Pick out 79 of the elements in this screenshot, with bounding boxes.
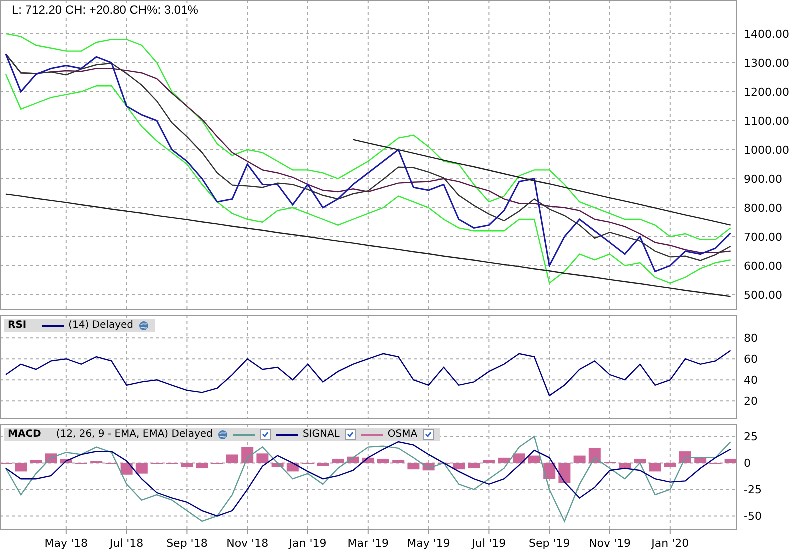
axis-tick-label: 80 [744, 332, 758, 346]
axis-tick-label: Jul '19 [472, 537, 506, 550]
price-quote: L: 712.20 CH: +20.80 CH%: 3.01% [12, 3, 198, 17]
checkmark-icon [262, 431, 269, 438]
axis-tick-label: 1000.00 [744, 144, 790, 157]
axis-tick-label: Sep '19 [528, 537, 570, 550]
axis-tick-label: 25 [744, 430, 758, 444]
histogram-bar [272, 463, 284, 468]
histogram-bar [724, 458, 737, 464]
axis-tick-label: 1400.00 [744, 28, 790, 41]
axis-tick-label: Mar '19 [348, 537, 390, 550]
histogram-bar [226, 454, 238, 464]
indicator-params: (12, 26, 9 - EMA, EMA) Delayed [56, 429, 213, 440]
histogram-bar [574, 456, 586, 464]
histogram-bar [558, 463, 571, 484]
series-checkbox[interactable] [344, 429, 356, 440]
checkmark-icon [424, 431, 432, 438]
histogram-bar [649, 463, 662, 472]
axis-tick-label: 20 [744, 395, 758, 408]
histogram-bar [15, 463, 28, 472]
axis-tick-label: 1300.00 [744, 56, 790, 70]
axis-tick-label: 500.00 [744, 288, 782, 302]
histogram-bar [528, 456, 540, 464]
axis-tick-label: May '18 [44, 537, 88, 550]
histogram-bar [408, 463, 420, 470]
histogram-bar [378, 458, 390, 464]
checkmark-icon [346, 431, 354, 438]
series-checkbox[interactable] [422, 429, 434, 440]
histogram-bar [453, 463, 465, 470]
histogram-bar [634, 458, 646, 464]
axis-tick-label: Jan '20 [652, 537, 690, 550]
axis-tick-label: -50 [744, 510, 762, 524]
histogram-bar [90, 461, 103, 464]
histogram-bar [619, 463, 632, 469]
series-label: OSMA [388, 429, 418, 440]
histogram-bar [256, 454, 269, 464]
histogram-bar [286, 463, 299, 472]
axis-tick-label: Nov '19 [589, 537, 631, 550]
histogram-bar [483, 460, 496, 464]
histogram-bar [362, 458, 374, 464]
axis-tick-label: 800.00 [744, 202, 782, 215]
axis-tick-label: 60 [744, 353, 758, 366]
axis-tick-label: Jan '19 [289, 537, 327, 550]
axis-tick-label: 600.00 [744, 260, 782, 273]
histogram-bar [392, 460, 405, 464]
axis-tick-label: 1200.00 [744, 86, 790, 99]
axis-tick-label: Sep '18 [166, 537, 208, 550]
histogram-bar [588, 448, 601, 464]
axis-tick-label: 1100.00 [744, 114, 790, 128]
axis-tick-label: 0 [744, 457, 751, 470]
histogram-bar [680, 452, 692, 464]
axis-tick-label: -25 [744, 484, 762, 497]
axis-tick-label: 900.00 [744, 172, 782, 186]
histogram-bar [468, 463, 480, 469]
series-label: SIGNAL [302, 429, 340, 440]
histogram-bar [664, 463, 676, 468]
histogram-bar [120, 463, 133, 475]
axis-tick-label: 40 [744, 374, 758, 388]
axis-tick-label: 700.00 [744, 230, 782, 244]
indicator-params: (14) Delayed [68, 320, 134, 331]
histogram-bar [30, 460, 42, 464]
histogram-bar [332, 458, 344, 464]
histogram-bar [181, 463, 194, 468]
series-checkbox[interactable] [260, 429, 271, 440]
indicator-name: RSI [8, 320, 27, 331]
axis-tick-label: Nov '18 [226, 537, 269, 550]
histogram-bar [317, 463, 330, 466]
indicator-name: MACD [8, 429, 42, 440]
histogram-bar [498, 458, 510, 464]
histogram-bar [196, 463, 208, 469]
histogram-bar [60, 458, 72, 464]
globe-icon[interactable] [218, 430, 228, 440]
histogram-bar [242, 447, 254, 464]
histogram-bar [694, 458, 707, 464]
histogram-bar [136, 463, 148, 474]
histogram-bar [513, 454, 526, 464]
globe-icon[interactable] [138, 320, 149, 330]
axis-tick-label: May '19 [407, 537, 450, 550]
axis-tick-label: Jul '18 [110, 537, 144, 550]
